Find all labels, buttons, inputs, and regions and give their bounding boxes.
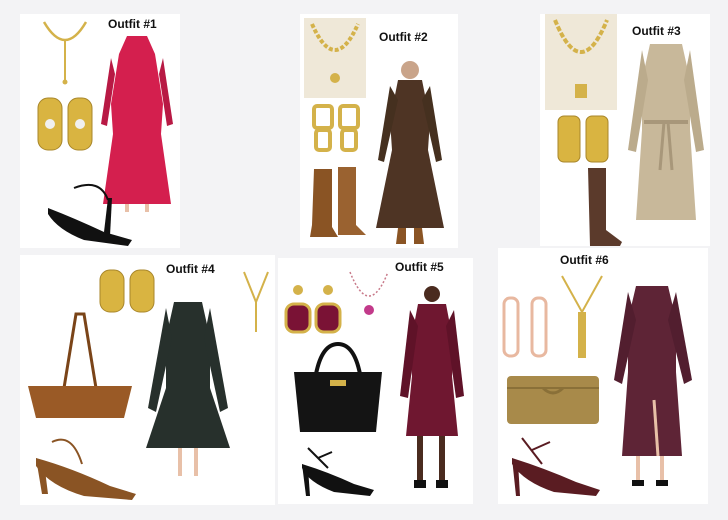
outfit-5-pendant-necklace-image xyxy=(243,271,269,332)
outfit-5-gem-necklace-image xyxy=(349,271,389,315)
outfit-4-tie-neck-dress-image xyxy=(146,302,230,476)
outfit-5-gem-earrings-image xyxy=(284,285,342,334)
outfit-3-tall-boots-image xyxy=(588,168,622,246)
outfit-6-midi-dress-image xyxy=(614,286,692,486)
outfit-3-chain-necklace-image xyxy=(545,14,617,110)
outfit-4-label: Outfit #4 xyxy=(166,262,215,276)
outfit-1-slingback-heels-image xyxy=(48,184,132,246)
outfit-2-knit-dress-image xyxy=(376,61,444,244)
outfit-5-t-strap-heels-image xyxy=(302,447,374,496)
outfit-2-label: Outfit #2 xyxy=(379,30,428,44)
outfit-6-label: Outfit #6 xyxy=(560,253,609,267)
outfit-5-wrap-dress-image xyxy=(400,286,464,488)
outfit-5-label: Outfit #5 xyxy=(395,260,444,274)
outfit-2-chain-necklace-image xyxy=(304,18,366,98)
outfit-1-bracelets-image xyxy=(37,97,93,151)
outfit-4-suede-bag-image xyxy=(28,312,132,418)
outfit-3-wrap-dress-image xyxy=(628,44,704,220)
outfit-3-label: Outfit #3 xyxy=(632,24,681,38)
outfit-4-slingback-pumps-image xyxy=(36,438,136,500)
outfit-6-clutch-image xyxy=(507,376,599,424)
outfit-5-croc-tote-image xyxy=(294,341,382,432)
outfit-6-slingback-heels-image xyxy=(512,437,600,496)
outfit-2-earrings-image xyxy=(312,104,360,152)
outfit-3-earrings-image xyxy=(557,115,609,163)
outfit-1-lariat-necklace-image xyxy=(42,21,88,85)
outfit-1-label: Outfit #1 xyxy=(108,17,157,31)
outfit-6-bar-necklace-image xyxy=(561,275,603,358)
outfit-2-riding-boots-image xyxy=(310,167,366,237)
outfit-board: Outfit #1 Outfit #2 Outfit #3 Outfit #4 … xyxy=(0,0,728,520)
outfit-6-link-earrings-image xyxy=(502,296,548,358)
